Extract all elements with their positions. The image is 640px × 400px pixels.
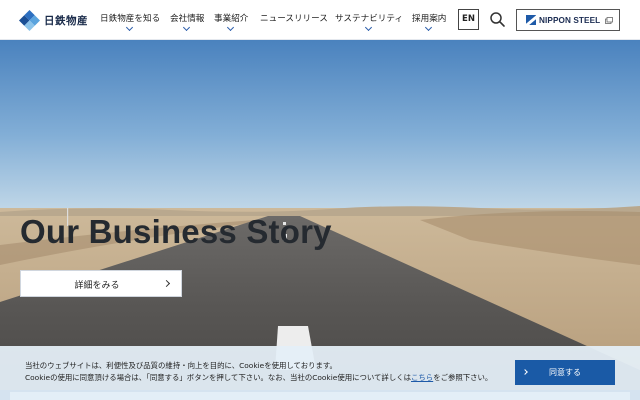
nav-item-company[interactable]: 会社情報 [170,13,204,35]
nippon-steel-logo-icon [526,15,536,25]
site-logo[interactable]: 日鉄物産 [19,9,88,31]
hero-title: Our Business Story [20,213,332,250]
detail-button[interactable]: 詳細をみる [20,270,182,297]
chevron-down-icon [183,23,191,32]
cookie-banner-bottom-panel [10,392,630,400]
cookie-message: 当社のウェブサイトは、利便性及び品質の維持・向上を目的に、Cookieを使用して… [25,360,495,384]
nav-label: 採用案内 [412,14,447,24]
search-icon[interactable] [489,11,506,28]
nav-label: 事業紹介 [214,14,249,24]
language-switch-button[interactable]: EN [458,9,479,30]
nav-label: サステナビリティ [335,14,404,24]
nav-item-sustainability[interactable]: サステナビリティ [335,13,403,35]
diamond-logo-icon [19,9,40,31]
detail-button-label: 詳細をみる [74,281,120,291]
chevron-down-icon [425,23,433,32]
chevron-down-icon [126,23,134,32]
cookie-line-2-text: Cookieの使用に同意頂ける場合は、「同意する」ボタンを押して下さい。なお、当… [25,373,411,382]
nippon-steel-label: NIPPON STEEL [539,15,601,25]
external-link-icon [605,17,613,24]
nav-label: ニュースリリース [260,14,328,24]
nav-item-news[interactable]: ニュースリリース [260,13,328,35]
chevron-down-icon [364,23,373,32]
logo-text: 日鉄物産 [44,14,88,27]
nav-item-about[interactable]: 日鉄物産を知る [100,13,160,35]
agree-button-label: 同意する [549,368,581,377]
cookie-message-line-1: 当社のウェブサイトは、利便性及び品質の維持・向上を目的に、Cookieを使用して… [25,361,337,370]
nav-item-recruit[interactable]: 採用案内 [412,13,446,35]
cookie-policy-link[interactable]: こちら [411,373,433,382]
nav-label: 会社情報 [170,14,205,24]
cookie-message-line-2: Cookieの使用に同意頂ける場合は、「同意する」ボタンを押して下さい。なお、当… [25,372,495,384]
agree-button[interactable]: 同意する [515,360,615,385]
chevron-down-icon [227,23,235,32]
cookie-line-2-tail: をご参照下さい。 [433,373,493,382]
nippon-steel-link-button[interactable]: NIPPON STEEL [516,9,620,31]
site-header: 日鉄物産 日鉄物産を知る 会社情報 事業紹介 ニュースリリース サステナビリティ… [0,0,640,40]
nav-label: 日鉄物産を知る [100,14,161,24]
nav-item-business[interactable]: 事業紹介 [214,13,248,35]
